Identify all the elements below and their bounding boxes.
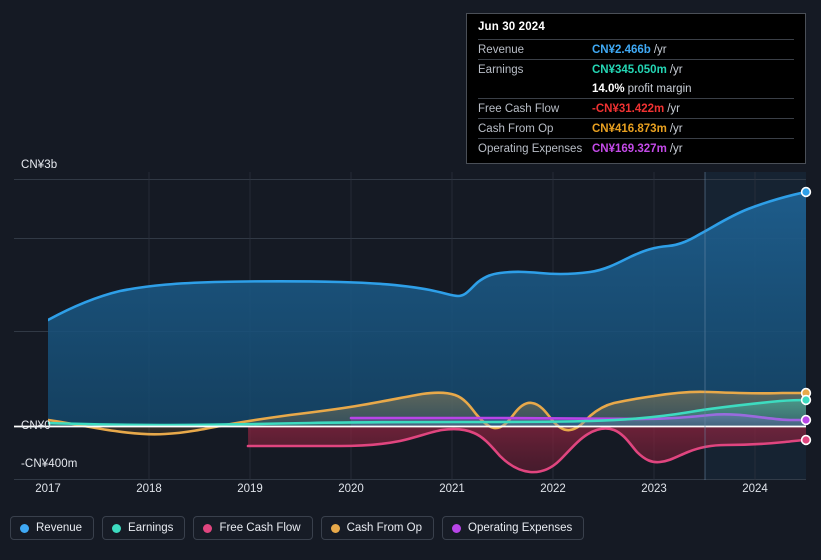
- x-tick-2024: 2024: [742, 483, 768, 495]
- legend-item-operating-expenses[interactable]: Operating Expenses: [442, 516, 585, 540]
- x-tick-2020: 2020: [338, 483, 364, 495]
- free-cash-flow-color-swatch-icon: [203, 523, 213, 533]
- tooltip-unit-cash-from-op: /yr: [669, 122, 683, 135]
- x-tick-2021: 2021: [439, 483, 465, 495]
- chart-legend: Revenue Earnings Free Cash Flow Cash Fro…: [10, 516, 585, 540]
- x-tick-2018: 2018: [136, 483, 162, 495]
- legend-label-operating-expenses: Operating Expenses: [468, 522, 573, 534]
- tooltip-value-operating-expenses: CN¥169.327m: [592, 142, 667, 155]
- y-axis-label-top: CN¥3b: [21, 159, 58, 171]
- legend-item-revenue[interactable]: Revenue: [10, 516, 95, 540]
- tooltip-key-cash-from-op: Cash From Op: [478, 122, 554, 135]
- tooltip-unit-operating-expenses: /yr: [669, 142, 683, 155]
- legend-label-revenue: Revenue: [36, 522, 83, 534]
- tooltip-row-operating-expenses: Operating Expenses CN¥169.327m /yr: [478, 138, 794, 158]
- tooltip-key-earnings: Earnings: [478, 63, 524, 76]
- tooltip-unit-earnings: /yr: [669, 63, 683, 76]
- tooltip-row-cash-from-op: Cash From Op CN¥416.873m /yr: [478, 118, 794, 138]
- tooltip-row-earnings: Earnings CN¥345.050m /yr: [478, 59, 794, 79]
- financial-chart: CN¥3b CN¥0 -CN¥400m 2017 2018 2019 2020 …: [0, 0, 821, 560]
- tooltip-value-cash-from-op: CN¥416.873m: [592, 122, 667, 135]
- data-tooltip: Jun 30 2024 Revenue CN¥2.466b /yr Earnin…: [466, 13, 806, 164]
- tooltip-unit-revenue: /yr: [653, 43, 667, 56]
- cash-from-op-color-swatch-icon: [330, 523, 340, 533]
- x-tick-2022: 2022: [540, 483, 566, 495]
- free-cash-flow-endpoint-dot: [800, 434, 812, 446]
- tooltip-row-profit-margin: 14.0% profit margin: [478, 79, 794, 98]
- tooltip-unit-profit-margin: profit margin: [627, 82, 692, 95]
- tooltip-value-free-cash-flow: -CN¥31.422m: [592, 102, 665, 115]
- earnings-endpoint-dot: [800, 394, 812, 406]
- operating-expenses-endpoint-dot: [800, 414, 812, 426]
- operating-expenses-color-swatch-icon: [452, 523, 462, 533]
- legend-item-earnings[interactable]: Earnings: [102, 516, 186, 540]
- tooltip-value-profit-margin: 14.0%: [592, 82, 625, 95]
- y-axis-label-bottom: -CN¥400m: [21, 458, 78, 470]
- tooltip-key-revenue: Revenue: [478, 43, 525, 56]
- legend-label-earnings: Earnings: [128, 522, 174, 534]
- legend-label-cash-from-op: Cash From Op: [346, 522, 423, 534]
- tooltip-value-earnings: CN¥345.050m: [592, 63, 667, 76]
- x-tick-2023: 2023: [641, 483, 667, 495]
- revenue-color-swatch-icon: [20, 523, 29, 533]
- x-tick-2017: 2017: [35, 483, 61, 495]
- tooltip-row-revenue: Revenue CN¥2.466b /yr: [478, 39, 794, 59]
- legend-item-free-cash-flow[interactable]: Free Cash Flow: [193, 516, 313, 540]
- tooltip-key-free-cash-flow: Free Cash Flow: [478, 102, 560, 115]
- tooltip-date: Jun 30 2024: [478, 21, 545, 33]
- legend-label-free-cash-flow: Free Cash Flow: [219, 522, 301, 534]
- earnings-color-swatch-icon: [112, 523, 122, 533]
- x-axis: 2017 2018 2019 2020 2021 2022 2023 2024: [0, 483, 821, 505]
- legend-item-cash-from-op[interactable]: Cash From Op: [320, 516, 435, 540]
- revenue-endpoint-dot: [800, 186, 812, 198]
- tooltip-key-operating-expenses: Operating Expenses: [478, 142, 583, 155]
- tooltip-value-revenue: CN¥2.466b: [592, 43, 651, 56]
- tooltip-row-free-cash-flow: Free Cash Flow -CN¥31.422m /yr: [478, 98, 794, 118]
- tooltip-unit-free-cash-flow: /yr: [667, 102, 681, 115]
- x-tick-2019: 2019: [237, 483, 263, 495]
- y-axis-label-zero: CN¥0: [21, 420, 51, 432]
